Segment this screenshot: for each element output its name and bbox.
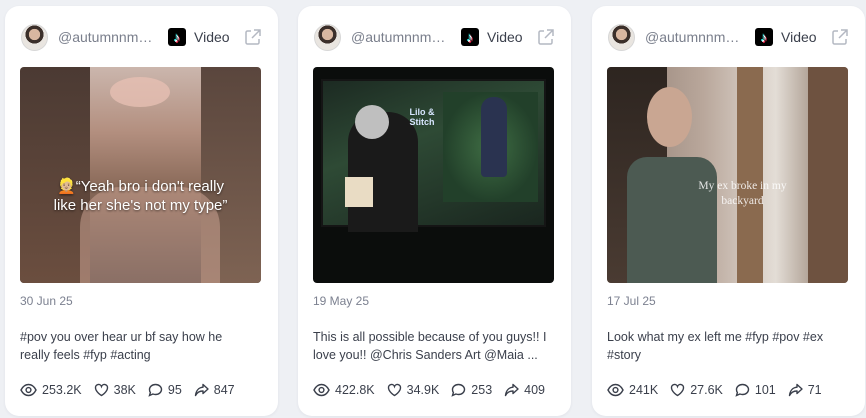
video-card[interactable]: @autumnnmo... ♪ Video My ex broke in my … xyxy=(592,6,865,416)
shares-stat: 71 xyxy=(788,383,822,397)
likes-stat: 27.6K xyxy=(670,383,723,397)
likes-count: 34.9K xyxy=(406,383,440,397)
likes-count: 38K xyxy=(113,383,136,397)
comment-icon xyxy=(451,383,466,397)
external-link-icon[interactable] xyxy=(831,28,849,46)
external-link-icon[interactable] xyxy=(537,28,555,46)
account-handle[interactable]: @autumnnmo... xyxy=(645,29,743,45)
eye-icon xyxy=(313,383,330,397)
comment-icon xyxy=(735,383,750,397)
avatar[interactable] xyxy=(608,23,635,51)
heart-icon xyxy=(94,383,108,397)
comment-icon xyxy=(148,383,163,397)
content-type-label: Video xyxy=(194,29,230,45)
avatar[interactable] xyxy=(314,23,341,51)
comments-count: 101 xyxy=(754,383,776,397)
shares-stat: 847 xyxy=(194,383,235,397)
share-icon xyxy=(504,383,519,397)
shares-count: 847 xyxy=(213,383,235,397)
views-count: 241K xyxy=(629,383,659,397)
views-stat: 241K xyxy=(607,383,658,397)
video-card[interactable]: @autumnnmo... ♪ Video 👱🏼“Yeah bro i don'… xyxy=(5,6,278,416)
tiktok-icon: ♪ xyxy=(168,28,186,46)
post-date: 17 Jul 25 xyxy=(607,294,656,308)
heart-icon xyxy=(387,383,401,397)
external-link-icon[interactable] xyxy=(244,28,262,46)
comments-count: 253 xyxy=(471,383,493,397)
thumbnail-overlay-text: My ex broke in my backyard xyxy=(698,180,787,207)
eye-icon xyxy=(20,383,37,397)
comments-count: 95 xyxy=(167,383,182,397)
content-type-label: Video xyxy=(487,29,523,45)
shares-stat: 409 xyxy=(504,383,545,397)
share-icon xyxy=(788,383,803,397)
post-caption: Look what my ex left me #fyp #pov #ex #s… xyxy=(607,328,847,364)
content-type-label: Video xyxy=(781,29,817,45)
tiktok-icon: ♪ xyxy=(461,28,479,46)
views-count: 422.8K xyxy=(335,383,375,397)
comments-stat: 95 xyxy=(148,383,182,397)
video-card[interactable]: @autumnnmo... ♪ Video Lilo & Stitch 19 M… xyxy=(298,6,571,416)
post-date: 30 Jun 25 xyxy=(20,294,73,308)
tiktok-icon: ♪ xyxy=(755,28,773,46)
thumbnail-overlay-text: Lilo & Stitch xyxy=(409,107,435,127)
card-header: @autumnnmo... ♪ Video xyxy=(21,22,262,52)
card-header: @autumnnmo... ♪ Video xyxy=(608,22,849,52)
video-thumbnail[interactable]: 👱🏼“Yeah bro i don't really like her she'… xyxy=(20,67,261,283)
post-date: 19 May 25 xyxy=(313,294,370,308)
thumbnail-overlay-text: 👱🏼“Yeah bro i don't really like her she'… xyxy=(53,178,228,214)
post-caption: #pov you over hear ur bf say how he real… xyxy=(20,328,260,364)
heart-icon xyxy=(671,383,685,397)
account-handle[interactable]: @autumnnmo... xyxy=(351,29,449,45)
caption-line: really feels #fyp #acting xyxy=(20,348,151,362)
eye-icon xyxy=(607,383,624,397)
stats-row: 422.8K 34.9K 253 409 xyxy=(313,381,557,399)
post-caption: This is all possible because of you guys… xyxy=(313,328,553,364)
comments-stat: 101 xyxy=(735,383,776,397)
caption-line: #story xyxy=(607,348,642,362)
caption-line: #pov you over hear ur bf say how he xyxy=(20,330,223,344)
share-icon xyxy=(194,383,209,397)
likes-stat: 34.9K xyxy=(387,383,440,397)
views-stat: 253.2K xyxy=(20,383,82,397)
video-thumbnail[interactable]: My ex broke in my backyard xyxy=(607,67,848,283)
stats-row: 253.2K 38K 95 847 xyxy=(20,381,247,399)
likes-stat: 38K xyxy=(94,383,136,397)
shares-count: 409 xyxy=(524,383,546,397)
video-thumbnail[interactable]: Lilo & Stitch xyxy=(313,67,554,283)
stats-row: 241K 27.6K 101 71 xyxy=(607,381,834,399)
views-count: 253.2K xyxy=(42,383,82,397)
views-stat: 422.8K xyxy=(313,383,375,397)
comments-stat: 253 xyxy=(451,383,492,397)
shares-count: 71 xyxy=(807,383,822,397)
likes-count: 27.6K xyxy=(690,383,723,397)
caption-line: love you!! @Chris Sanders Art @Maia ... xyxy=(313,348,538,362)
caption-line: Look what my ex left me #fyp #pov #ex xyxy=(607,330,824,344)
card-header: @autumnnmo... ♪ Video xyxy=(314,22,555,52)
account-handle[interactable]: @autumnnmo... xyxy=(58,29,156,45)
caption-line: This is all possible because of you guys… xyxy=(313,330,547,344)
avatar[interactable] xyxy=(21,23,48,51)
